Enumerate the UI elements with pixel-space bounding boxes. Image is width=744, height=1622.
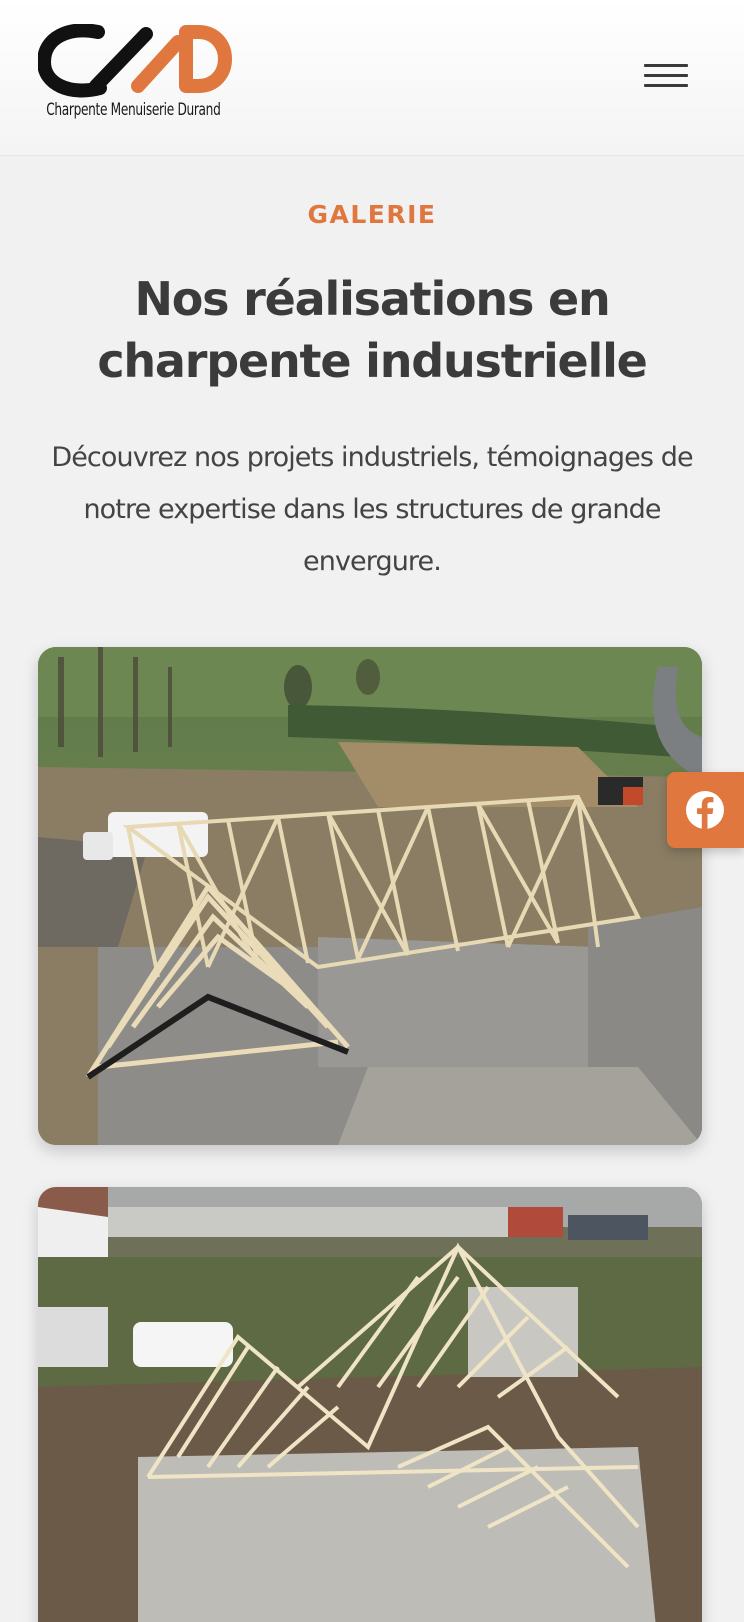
menu-line: [644, 74, 688, 77]
logo-mark: [38, 24, 232, 98]
menu-line: [644, 84, 688, 87]
page-title: Nos réalisations en charpente industriel…: [97, 272, 648, 388]
facebook-button[interactable]: [667, 772, 744, 848]
page-subtitle: Découvrez nos projets industriels, témoi…: [51, 442, 693, 577]
gallery-image-2[interactable]: [38, 1187, 702, 1622]
roof-truss-photo: [38, 1187, 702, 1622]
gallery-image-1[interactable]: [38, 647, 702, 1145]
logo-text: Charpente Menuiserie Durand: [46, 100, 221, 119]
roof-truss-photo: [38, 647, 702, 1145]
menu-line: [644, 64, 688, 67]
facebook-icon: [686, 791, 724, 829]
hamburger-menu-icon[interactable]: [644, 60, 688, 94]
section-eyebrow: GALERIE: [307, 200, 437, 229]
site-header: Charpente Menuiserie Durand: [0, 0, 744, 156]
logo[interactable]: Charpente Menuiserie Durand: [38, 24, 248, 124]
